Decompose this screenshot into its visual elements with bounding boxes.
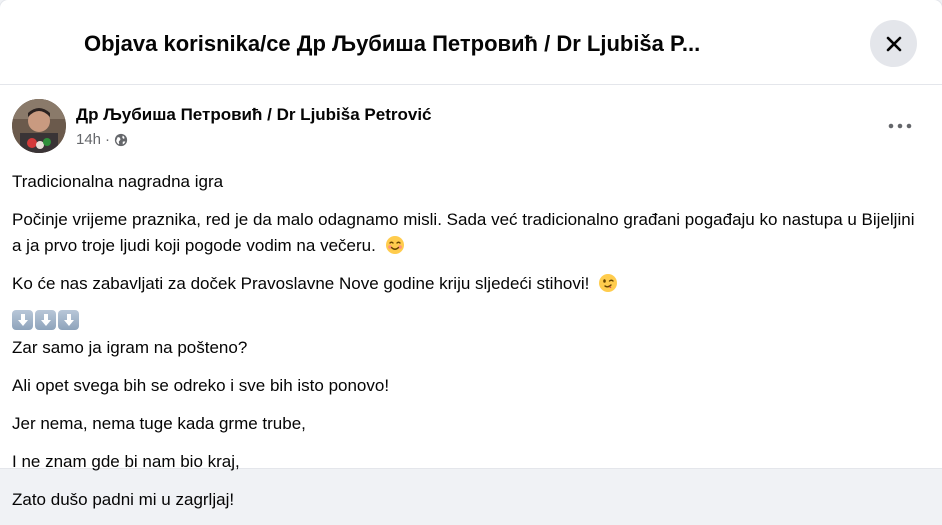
paragraph-text: Tradicionalna nagradna igra: [12, 172, 224, 191]
dialog-title: Objava korisnika/ce Др Љубиша Петровић /…: [84, 31, 701, 56]
down-arrow-emoji: [58, 310, 79, 330]
close-icon: [886, 36, 901, 51]
avatar-photo: [12, 99, 66, 153]
poem-line: I ne znam gde bi nam bio kraj,: [12, 452, 240, 471]
post-paragraph-1: Tradicionalna nagradna igra: [12, 169, 927, 195]
avatar[interactable]: [12, 99, 66, 153]
more-options-button[interactable]: [880, 111, 920, 141]
down-arrows: [12, 309, 927, 331]
poem-line: Ali opet svega bih se odreko i sve bih i…: [12, 376, 390, 395]
post-dialog: Objava korisnika/ce Др Љубиша Петровић /…: [0, 0, 942, 509]
meta-separator: ·: [105, 131, 111, 148]
down-arrow-emoji: [12, 310, 33, 330]
poem-line: Zato dušo padni mi u zagrljaj!: [12, 490, 235, 509]
post-text: Tradicionalna nagradna igra Počinje vrij…: [12, 169, 927, 525]
paragraph-text: Počinje vrijeme praznika, red je da malo…: [12, 210, 915, 255]
post-paragraph-3: Ko će nas zabavljati za doček Pravoslavn…: [12, 271, 927, 297]
down-arrow-emoji: [35, 310, 56, 330]
close-button[interactable]: [870, 20, 917, 67]
poem-line: Jer nema, nema tuge kada grme trube,: [12, 414, 306, 433]
poem-line: Zar samo ja igram na pošteno?: [12, 338, 248, 357]
post-paragraph-2: Počinje vrijeme praznika, red je da malo…: [12, 207, 927, 259]
paragraph-text: Ko će nas zabavljati za doček Pravoslavn…: [12, 274, 590, 293]
author-name[interactable]: Др Љубиша Петровић / Dr Ljubiša Petrović: [76, 104, 432, 126]
smiling-face-emoji: [385, 236, 404, 254]
more-horizontal-icon: [888, 123, 912, 129]
winking-face-emoji: [599, 274, 618, 292]
dialog-header: Objava korisnika/ce Др Љубиша Петровић /…: [0, 0, 942, 85]
post-time[interactable]: 14h: [76, 130, 101, 150]
globe-icon: [114, 133, 128, 147]
post-meta: 14h ·: [76, 130, 128, 150]
